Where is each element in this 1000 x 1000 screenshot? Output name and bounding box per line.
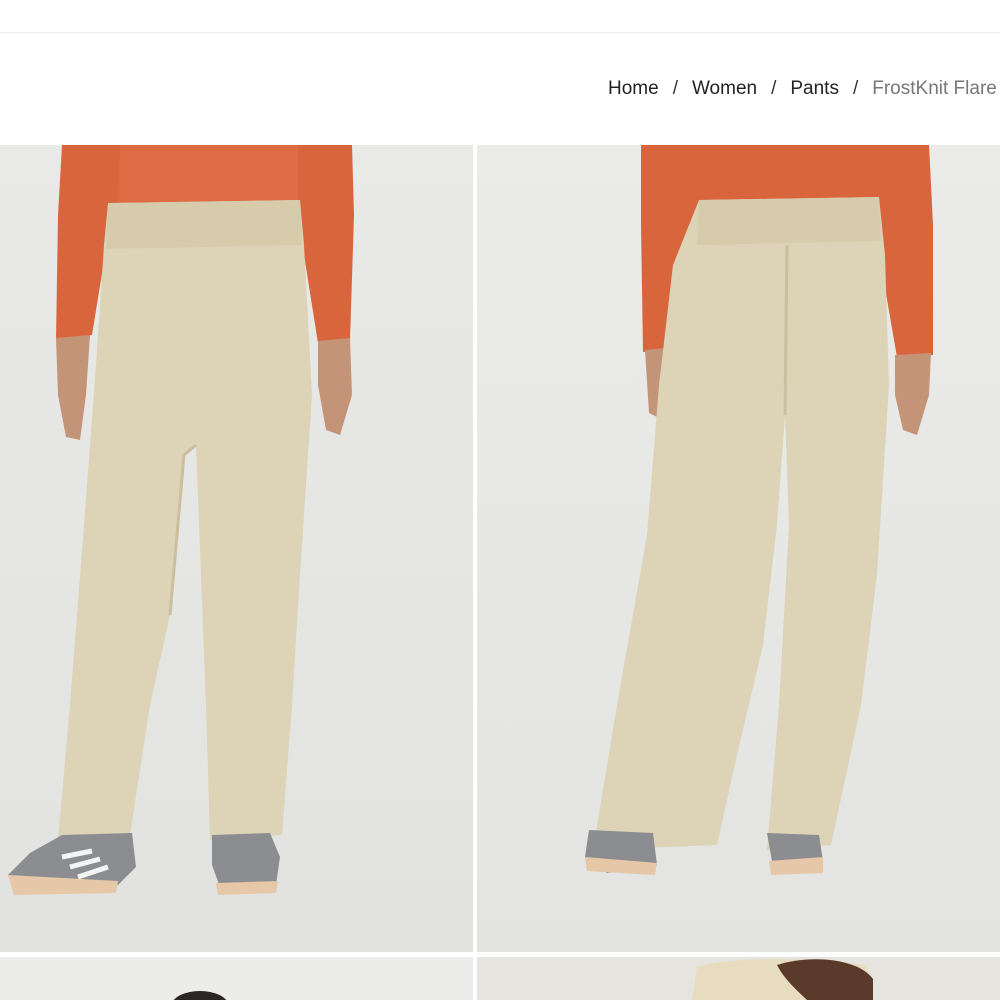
product-photo-back[interactable] (477, 145, 1000, 952)
product-photo-front[interactable] (0, 145, 473, 952)
front-view-illustration (0, 145, 473, 952)
breadcrumb-separator: / (672, 78, 678, 99)
product-gallery (0, 145, 1000, 1000)
breadcrumb-separator: / (771, 78, 777, 99)
product-photo-3[interactable] (0, 957, 473, 1000)
back-view-illustration (477, 145, 1000, 952)
partial-photo-illustration (0, 957, 473, 1000)
breadcrumb-current: FrostKnit Flare (872, 78, 997, 99)
breadcrumb-separator: / (852, 78, 859, 99)
breadcrumb-pants-link[interactable]: Pants (790, 78, 839, 99)
top-bar (0, 0, 1000, 33)
breadcrumb-home-link[interactable]: Home (608, 78, 659, 99)
partial-photo-illustration (477, 957, 1000, 1000)
breadcrumb-women-link[interactable]: Women (692, 78, 757, 99)
breadcrumb: Home / Women / Pants / FrostKnit Flare (608, 78, 1000, 102)
product-photo-4[interactable] (477, 957, 1000, 1000)
